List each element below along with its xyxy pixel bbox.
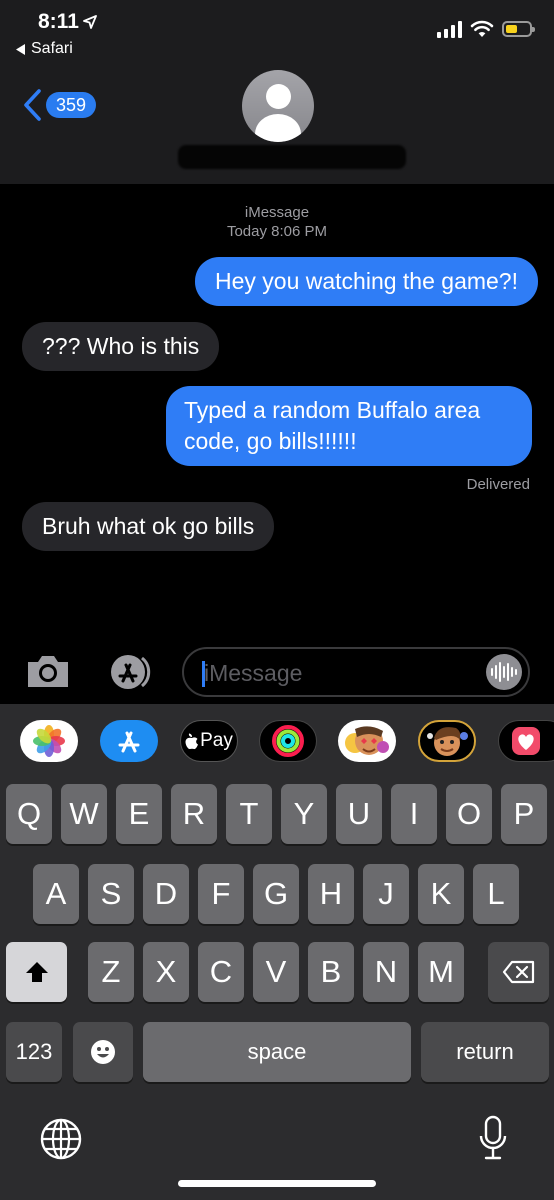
key-t[interactable]: T [226,784,272,844]
back-to-app-link[interactable]: Safari [16,40,73,58]
delivery-status: Delivered [466,476,530,493]
photos-app-button[interactable] [20,720,78,762]
home-indicator[interactable] [178,1180,376,1187]
key-k[interactable]: K [418,864,464,924]
conversation-header: 8:11 Safari 359 [0,0,554,184]
microphone-icon [479,1115,507,1160]
clock: 8:11 [38,10,79,33]
key-m[interactable]: M [418,942,464,1002]
message-bubble-received[interactable]: Bruh what ok go bills [22,502,275,551]
message-input[interactable]: iMessage [182,647,530,697]
key-e[interactable]: E [116,784,162,844]
emoji-key[interactable] [73,1022,133,1082]
memoji-stickers-app-button[interactable] [338,720,396,762]
key-w[interactable]: W [61,784,107,844]
key-s[interactable]: S [88,864,134,924]
emoji-icon [91,1040,115,1064]
service-label: iMessage [244,204,310,221]
imessage-app-strip: Pay [0,704,554,780]
key-h[interactable]: H [308,864,354,924]
key-a[interactable]: A [33,864,79,924]
key-o[interactable]: O [446,784,492,844]
backspace-icon [502,960,534,984]
app-store-a-icon [118,731,140,753]
key-u[interactable]: U [336,784,382,844]
keyboard: Q W E R T Y U I O P A S D F G H J K L Z … [0,780,554,1200]
key-r[interactable]: R [171,784,217,844]
delete-key[interactable] [488,942,549,1002]
key-v[interactable]: V [253,942,299,1002]
back-app-label: Safari [31,40,73,57]
shift-arrow-icon [25,962,48,982]
activity-rings-icon [272,725,304,757]
key-b[interactable]: B [308,942,354,1002]
key-p[interactable]: P [501,784,547,844]
app-store-drawer-button[interactable] [104,652,156,692]
key-x[interactable]: X [143,942,189,1002]
key-i[interactable]: I [391,784,437,844]
memoji-app-button[interactable] [418,720,476,762]
unread-count-badge: 359 [46,92,97,118]
memoji-icon [427,727,468,756]
camera-button[interactable] [24,652,72,692]
globe-icon [40,1118,82,1160]
status-time: 8:11 [38,10,97,34]
message-input-placeholder: iMessage [204,660,303,686]
globe-key[interactable] [38,1116,84,1162]
back-to-conversations-button[interactable]: 359 [22,88,97,122]
person-body-icon [255,114,301,142]
message-bubble-received[interactable]: ??? Who is this [22,322,220,371]
message-bubble-sent[interactable]: Typed a random Buffalo area code, go bil… [166,386,532,466]
key-c[interactable]: C [198,942,244,1002]
key-j[interactable]: J [363,864,409,924]
voice-message-button[interactable] [486,654,522,690]
app-store-icon [111,655,151,689]
shift-key[interactable] [6,942,67,1002]
status-indicators [437,20,535,38]
key-g[interactable]: G [253,864,299,924]
app-store-app-button[interactable] [100,720,158,762]
key-l[interactable]: L [473,864,519,924]
redacted-contact-name [178,145,406,169]
wifi-icon [470,20,494,37]
back-triangle-icon [16,43,25,55]
camera-icon [28,656,68,687]
dictation-key[interactable] [476,1114,510,1164]
message-bubble-sent[interactable]: Hey you watching the game?! [194,257,538,306]
key-d[interactable]: D [143,864,189,924]
key-z[interactable]: Z [88,942,134,1002]
cellular-signal-icon [437,20,462,38]
memoji-stickers-icon [345,726,389,755]
key-y[interactable]: Y [281,784,327,844]
apple-pay-app-button[interactable]: Pay [180,720,238,762]
status-bar: 8:11 Safari [0,0,554,70]
photos-icon [33,725,65,757]
key-q[interactable]: Q [6,784,52,844]
location-arrow-icon [82,15,97,29]
apple-pay-label: Pay [200,730,233,751]
person-head-icon [266,84,291,109]
battery-icon [502,21,535,37]
return-key[interactable]: return [421,1022,549,1082]
numbers-key[interactable]: 123 [6,1022,62,1082]
apple-logo-icon [185,733,199,749]
activity-app-button[interactable] [259,720,317,762]
key-n[interactable]: N [363,942,409,1002]
key-f[interactable]: F [198,864,244,924]
thread-timestamp: Today 8:06 PM [226,223,328,240]
digital-touch-heart-icon [512,727,540,755]
space-key[interactable]: space [143,1022,411,1082]
digital-touch-app-button[interactable] [498,720,554,762]
chevron-left-icon [24,89,41,121]
contact-avatar[interactable] [242,70,314,142]
